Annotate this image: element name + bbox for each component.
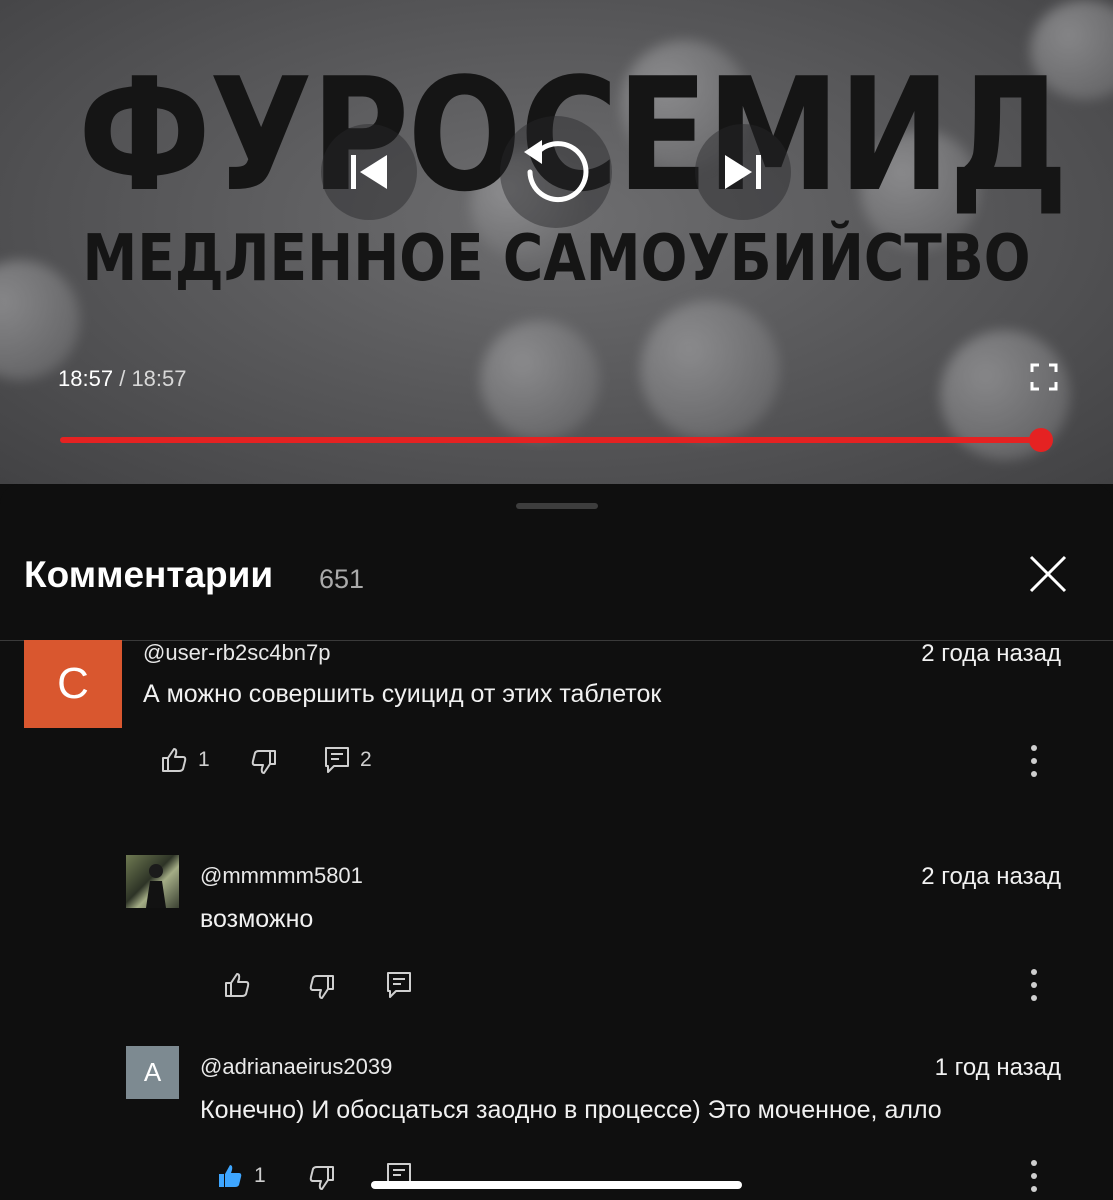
close-icon[interactable] — [1028, 554, 1068, 594]
progress-scrubber[interactable] — [1029, 428, 1053, 452]
drag-handle[interactable] — [516, 503, 598, 509]
replay-button[interactable] — [500, 116, 612, 228]
reply-item: @mmmmm5801 2 года назад возможно — [0, 855, 1113, 1015]
comment-author[interactable]: @user-rb2sc4bn7p — [143, 640, 330, 666]
video-title-line2: МЕДЛЕННОЕ САМОУБИЙСТВО — [82, 222, 1031, 296]
like-button[interactable]: 1 — [216, 1162, 266, 1190]
previous-button[interactable] — [321, 124, 417, 220]
thumbs-up-icon — [225, 973, 250, 997]
dislike-button[interactable] — [308, 1164, 336, 1192]
avatar-figure — [146, 864, 166, 908]
reply-icon — [387, 972, 411, 998]
time-display: 18:57 / 18:57 — [58, 366, 187, 392]
like-button[interactable]: 1 — [160, 746, 210, 774]
fullscreen-icon[interactable] — [1030, 363, 1058, 391]
comment-item: С @user-rb2sc4bn7p 2 года назад А можно … — [0, 640, 1113, 810]
thumbs-up-icon — [162, 748, 187, 772]
reply-item: A @adrianaeirus2039 1 год назад Конечно)… — [0, 1046, 1113, 1200]
next-button[interactable] — [695, 124, 791, 220]
previous-icon — [351, 155, 387, 189]
comment-text: Конечно) И обосцаться заодно в процессе)… — [200, 1096, 942, 1124]
replay-icon — [524, 140, 589, 203]
comment-date: 2 года назад — [921, 640, 1061, 667]
comment-text: возможно — [200, 905, 314, 933]
avatar[interactable] — [126, 855, 179, 908]
like-button[interactable] — [223, 971, 251, 999]
reply-icon — [325, 747, 349, 773]
reply-button[interactable]: 2 — [324, 746, 372, 774]
more-options-icon[interactable] — [1031, 1159, 1037, 1193]
more-options-icon[interactable] — [1031, 968, 1037, 1002]
thumbs-down-icon — [251, 750, 276, 774]
video-player[interactable]: ФУРОСЕМИД МЕДЛЕННОЕ САМОУБИЙСТВО 18:57 /… — [0, 0, 1113, 484]
duration: 18:57 — [131, 366, 187, 391]
avatar[interactable]: С — [24, 640, 122, 728]
comment-date: 1 год назад — [934, 1054, 1061, 1081]
reply-button[interactable] — [386, 971, 412, 999]
home-indicator[interactable] — [371, 1181, 742, 1189]
next-icon — [725, 155, 761, 189]
like-count: 1 — [198, 748, 210, 771]
avatar[interactable]: A — [126, 1046, 179, 1099]
current-time: 18:57 — [58, 366, 114, 391]
video-background-pill — [640, 300, 780, 440]
video-background-pill — [480, 320, 600, 440]
more-options-icon[interactable] — [1031, 744, 1037, 778]
dislike-button[interactable] — [250, 748, 278, 776]
dislike-button[interactable] — [308, 973, 336, 1001]
comment-author[interactable]: @adrianaeirus2039 — [200, 1054, 392, 1080]
thumbs-down-icon — [309, 1166, 334, 1190]
like-count: 1 — [254, 1164, 266, 1187]
comment-date: 2 года назад — [921, 863, 1061, 890]
video-background-pill — [0, 260, 80, 380]
comments-count: 651 — [319, 564, 365, 594]
reply-count: 2 — [360, 748, 372, 771]
progress-bar[interactable] — [60, 437, 1042, 443]
thumbs-up-filled-icon — [219, 1165, 242, 1187]
comments-title: Комментарии — [24, 554, 274, 595]
comment-text: А можно совершить суицид от этих таблето… — [143, 680, 662, 708]
comment-author[interactable]: @mmmmm5801 — [200, 863, 363, 889]
thumbs-down-icon — [309, 975, 334, 999]
time-separator: / — [119, 366, 126, 391]
